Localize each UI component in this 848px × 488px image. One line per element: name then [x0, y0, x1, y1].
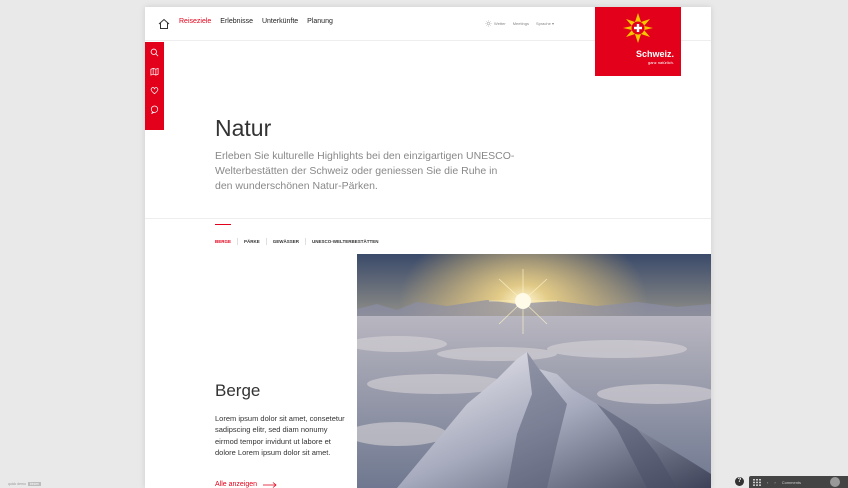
help-button[interactable]: ?: [735, 477, 744, 486]
search-icon[interactable]: [150, 48, 159, 57]
tab-separator: [305, 238, 307, 245]
side-toolbar: [145, 42, 164, 130]
nav-erlebnisse[interactable]: Erlebnisse: [220, 18, 253, 25]
nav-unterkuenfte[interactable]: Unterkünfte: [262, 18, 298, 25]
intro-text: Erleben Sie kulturelle Highlights bei de…: [215, 150, 515, 192]
grid-icon[interactable]: [753, 478, 761, 486]
demo-credit-badge: beam: [27, 482, 41, 486]
weather-label: Wetter: [494, 21, 506, 26]
comments-toggle[interactable]: [830, 477, 840, 487]
sun-star-logo-icon: [623, 13, 653, 43]
tab-separator: [237, 238, 239, 245]
section-text: Lorem ipsum dolor sit amet, consetetur s…: [215, 414, 345, 457]
tab-paerke[interactable]: PÄRKE: [244, 239, 260, 244]
bottom-toolbar: ‹ › Comments: [749, 476, 848, 488]
tab-unesco[interactable]: UNESCO-WELTERBESTÄTTEN: [312, 239, 378, 244]
weather-link[interactable]: Wetter: [485, 20, 506, 27]
show-all-label: Alle anzeigen: [215, 481, 258, 488]
demo-credit-text: quick demo: [8, 482, 26, 486]
nav-reiseziele[interactable]: Reiseziele: [179, 18, 211, 25]
logo-brand: Schweiz.: [635, 49, 674, 59]
prev-icon[interactable]: ‹: [767, 480, 768, 485]
tab-gewaesser[interactable]: GEWÄSSER: [273, 239, 299, 244]
mountain-photo: [357, 254, 711, 488]
next-icon[interactable]: ›: [774, 480, 775, 485]
utility-menu: Wetter Meetings Sprache ▾: [485, 20, 554, 27]
tab-berge[interactable]: BERGE: [215, 239, 231, 244]
home-icon[interactable]: [157, 17, 171, 31]
divider: [145, 218, 711, 219]
show-all-link[interactable]: Alle anzeigen: [215, 481, 277, 488]
logo-tagline: ganz natürlich.: [647, 60, 674, 65]
arrow-right-icon: [263, 481, 277, 488]
chat-icon[interactable]: [150, 105, 159, 114]
sun-icon: [485, 20, 492, 27]
language-label: Sprache: [535, 21, 551, 26]
category-tabs: BERGE PÄRKE GEWÄSSER UNESCO-WELTERBESTÄT…: [215, 238, 378, 245]
tab-accent-line: [215, 224, 231, 225]
language-selector[interactable]: Sprache ▾: [536, 21, 554, 26]
logo[interactable]: Schweiz. ganz natürlich.: [595, 7, 681, 76]
page: Reiseziele Erlebnisse Unterkünfte Planun…: [145, 7, 711, 488]
section-title: Berge: [215, 381, 261, 400]
tab-separator: [265, 238, 267, 245]
demo-credit: quick demo beam: [8, 482, 41, 486]
page-title: Natur: [215, 115, 272, 141]
meetings-link[interactable]: Meetings: [513, 21, 529, 26]
main-menu: Reiseziele Erlebnisse Unterkünfte Planun…: [179, 18, 333, 25]
heart-icon[interactable]: [150, 86, 159, 95]
map-icon[interactable]: [150, 67, 159, 76]
comments-label[interactable]: Comments: [782, 480, 801, 485]
nav-planung[interactable]: Planung: [307, 18, 333, 25]
